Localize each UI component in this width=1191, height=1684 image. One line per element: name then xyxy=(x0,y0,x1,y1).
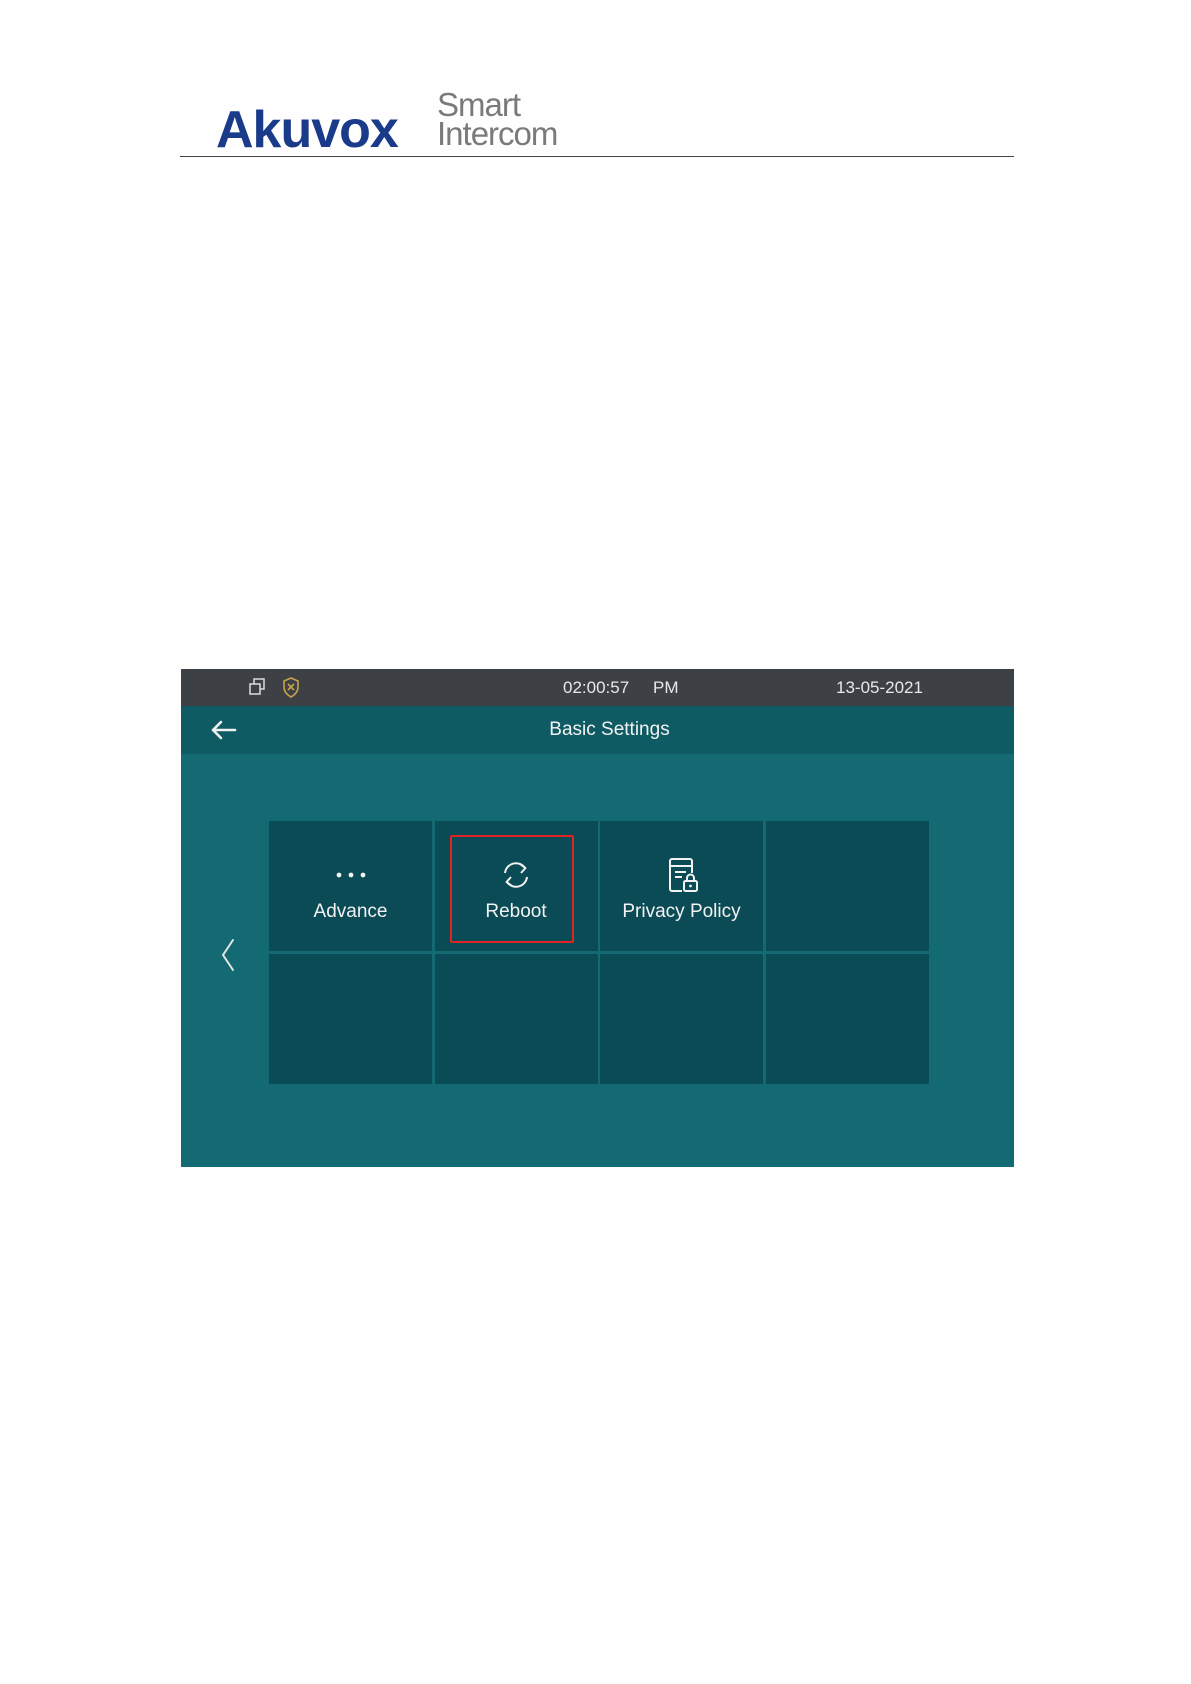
overlap-windows-icon xyxy=(247,677,267,702)
privacy-policy-tile-label: Privacy Policy xyxy=(622,901,741,922)
empty-tile xyxy=(765,953,929,1084)
settings-tile-grid: Advance Reboot Privacy Policy xyxy=(269,821,929,1085)
chevron-left-icon xyxy=(222,939,234,971)
title-bar: Basic Settings xyxy=(181,706,1014,754)
more-dots-icon xyxy=(269,855,432,895)
status-time: 02:00:57 xyxy=(563,678,630,697)
privacy-policy-tile[interactable]: Privacy Policy xyxy=(600,821,763,951)
device-screen: 02:00:57 PM 13-05-2021 Basic Settings Ad… xyxy=(181,669,1014,1167)
status-date: 13-05-2021 xyxy=(836,678,923,697)
shield-x-icon xyxy=(282,677,300,703)
privacy-policy-icon xyxy=(600,855,763,895)
empty-tile xyxy=(269,953,432,1084)
logo-brand-name: Akuvox xyxy=(216,101,399,159)
advance-tile-label: Advance xyxy=(313,901,388,922)
reboot-icon xyxy=(435,855,598,895)
empty-tile xyxy=(765,821,929,951)
logo-tagline: Smart Intercom xyxy=(437,88,558,152)
status-bar: 02:00:57 PM 13-05-2021 xyxy=(181,669,1014,706)
advance-tile[interactable]: Advance xyxy=(269,821,432,951)
reboot-tile-label: Reboot xyxy=(485,901,547,922)
document-header: Akuvox Smart Intercom xyxy=(180,86,1014,157)
screen-title: Basic Settings xyxy=(549,719,670,740)
empty-tile xyxy=(600,953,763,1084)
status-ampm: PM xyxy=(653,678,679,697)
previous-page-button[interactable] xyxy=(217,937,239,973)
reboot-tile[interactable]: Reboot xyxy=(434,821,598,951)
logo-tagline-line2: Intercom xyxy=(437,115,558,152)
empty-tile xyxy=(434,953,598,1084)
